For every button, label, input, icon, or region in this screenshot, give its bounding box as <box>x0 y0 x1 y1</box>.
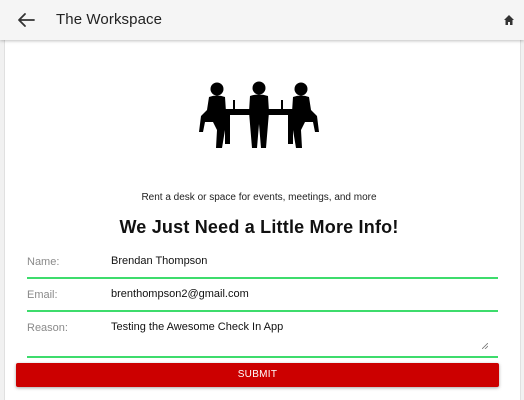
back-button[interactable] <box>14 9 38 31</box>
reason-label: Reason: <box>27 322 68 334</box>
checkin-card: Rent a desk or space for events, meeting… <box>4 40 521 400</box>
email-field[interactable] <box>111 288 487 300</box>
reason-field-row: Reason: Testing the Awesome Check In App <box>27 321 498 358</box>
resize-handle-icon[interactable] <box>482 343 488 349</box>
arrow-left-icon <box>18 13 35 27</box>
name-label: Name: <box>27 256 60 268</box>
app-bar: The Workspace <box>0 0 524 40</box>
name-field[interactable] <box>111 255 487 267</box>
tagline: Rent a desk or space for events, meeting… <box>141 192 377 203</box>
reason-textarea[interactable]: Testing the Awesome Check In App <box>111 321 487 349</box>
app-title: The Workspace <box>56 11 163 28</box>
email-field-row: Email: <box>27 288 498 312</box>
submit-button[interactable]: SUBMIT <box>16 363 499 387</box>
email-label: Email: <box>27 289 58 301</box>
name-field-row: Name: <box>27 255 498 279</box>
meeting-table-icon <box>199 81 319 148</box>
home-button[interactable] <box>503 13 515 25</box>
page-heading: We Just Need a Little More Info! <box>119 217 399 237</box>
home-icon <box>504 15 514 25</box>
